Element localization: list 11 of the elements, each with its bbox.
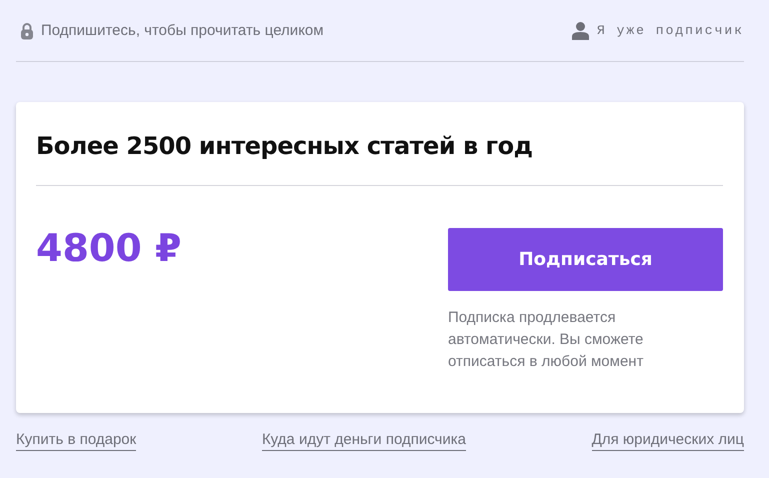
card-title: Более 2500 интересных статей в год xyxy=(36,131,534,162)
user-icon xyxy=(572,22,589,40)
paywall-note: Подпишитесь, чтобы прочитать целиком xyxy=(41,22,324,39)
footer-link[interactable]: Куда идут деньги подписчика xyxy=(262,431,466,451)
renewal-note: Подписка продлевается автоматически. Вы сможете отписаться в любой момент xyxy=(448,308,644,372)
footer-link[interactable]: Для юридических лиц xyxy=(592,431,744,451)
subscribe-button[interactable]: Подписаться xyxy=(448,228,723,291)
lock-icon xyxy=(20,22,34,40)
price: 4800 ₽ xyxy=(36,229,182,272)
login-link[interactable]: Я уже подписчик xyxy=(572,22,744,40)
footer-link[interactable]: Купить в подарок xyxy=(16,431,136,451)
